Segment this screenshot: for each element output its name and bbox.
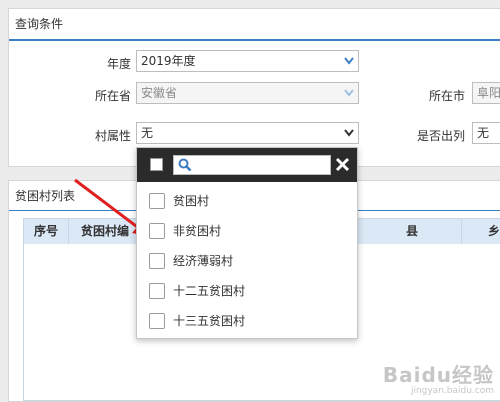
year-value: 2019年度 — [141, 54, 196, 68]
option-label: 贫困村 — [173, 194, 210, 208]
province-label: 所在省 — [94, 89, 131, 103]
option-checkbox[interactable] — [149, 313, 165, 329]
list-panel-title: 贫困村列表 — [15, 189, 76, 203]
village-attr-select[interactable]: 无 — [136, 122, 359, 144]
option-label: 十二五贫困村 — [173, 284, 246, 298]
option-checkbox[interactable] — [149, 193, 165, 209]
city-value: 阜阳 — [477, 86, 500, 100]
village-attr-value: 无 — [141, 126, 154, 140]
chevron-down-icon — [344, 57, 354, 65]
province-select[interactable]: 安徽省 — [136, 82, 359, 104]
column-divider — [68, 219, 69, 244]
dropdown-option[interactable]: 十三五贫困村 — [137, 309, 357, 333]
dropdown-option[interactable]: 非贫困村 — [137, 219, 357, 243]
option-checkbox[interactable] — [149, 223, 165, 239]
option-label: 非贫困村 — [173, 224, 222, 238]
column-header-index[interactable]: 序号 — [34, 219, 58, 244]
dropdown-header — [137, 148, 357, 182]
village-attr-dropdown: 贫困村 非贫困村 经济薄弱村 十二五贫困村 十三五贫困村 — [136, 147, 358, 339]
select-all-checkbox[interactable] — [150, 158, 163, 171]
watermark-logo: Baidu经验 — [382, 363, 494, 387]
close-icon[interactable] — [335, 157, 350, 172]
out-value: 无 — [477, 126, 490, 140]
query-panel-divider — [9, 39, 500, 41]
option-label: 十三五贫困村 — [173, 314, 246, 328]
city-label: 所在市 — [428, 89, 465, 103]
city-select[interactable]: 阜阳 — [472, 82, 500, 104]
query-panel: 查询条件 年度 2019年度 所在省 安徽省 所在市 阜阳 村属性 无 是否出列… — [8, 8, 500, 167]
out-label: 是否出列 — [416, 129, 465, 143]
dropdown-option[interactable]: 贫困村 — [137, 189, 357, 213]
column-header-county[interactable]: 县 — [406, 219, 418, 244]
chevron-down-icon — [344, 129, 354, 137]
dropdown-search-input[interactable] — [173, 155, 331, 175]
column-header-township[interactable]: 乡 — [488, 219, 500, 244]
year-label: 年度 — [106, 57, 131, 71]
chevron-down-icon — [344, 89, 354, 97]
search-icon — [178, 158, 192, 175]
query-panel-title: 查询条件 — [15, 17, 64, 31]
option-checkbox[interactable] — [149, 253, 165, 269]
option-checkbox[interactable] — [149, 283, 165, 299]
village-attr-label: 村属性 — [94, 129, 131, 143]
province-value: 安徽省 — [141, 86, 178, 100]
dropdown-option[interactable]: 经济薄弱村 — [137, 249, 357, 273]
year-select[interactable]: 2019年度 — [136, 50, 359, 72]
out-select[interactable]: 无 — [472, 122, 500, 144]
watermark: Baidu经验 jingyan.baidu.com — [383, 359, 494, 396]
option-label: 经济薄弱村 — [173, 254, 234, 268]
dropdown-option[interactable]: 十二五贫困村 — [137, 279, 357, 303]
column-divider — [461, 219, 462, 244]
